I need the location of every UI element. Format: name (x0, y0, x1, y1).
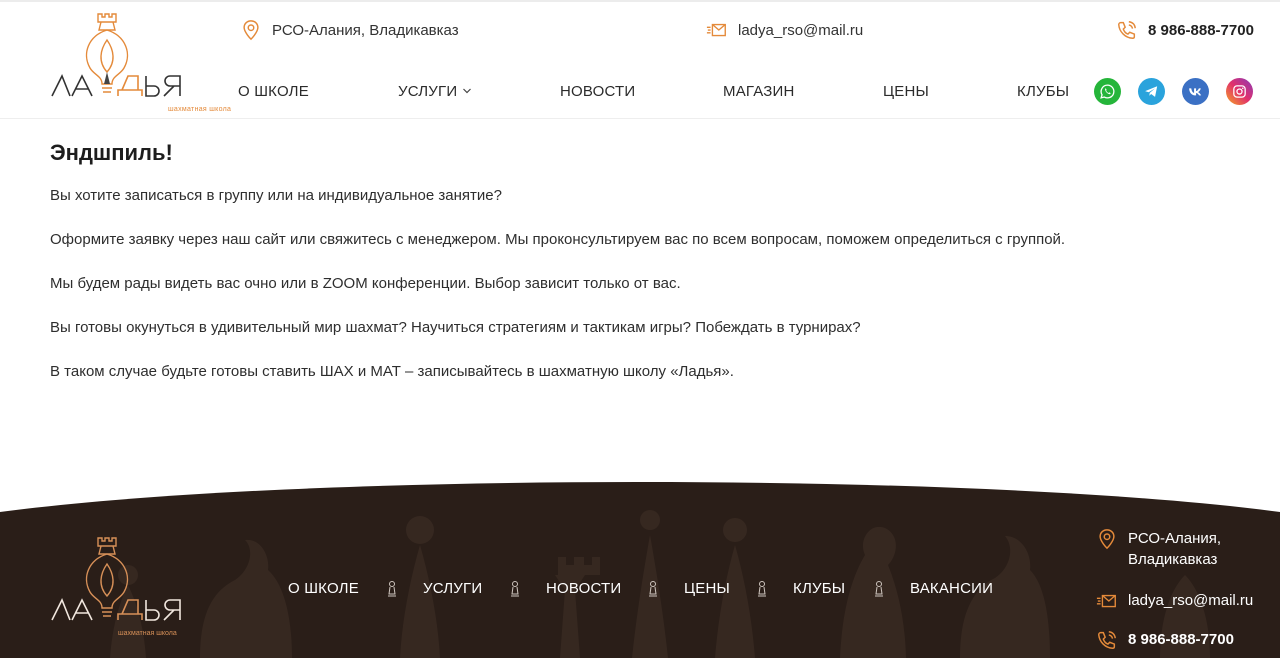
chevron-down-icon (463, 88, 472, 94)
nav-about[interactable]: О ШКОЛЕ (238, 80, 309, 102)
header-phone[interactable]: 8 986-888-7700 (1116, 18, 1254, 42)
footer-email[interactable]: ladya_rso@mail.ru (1096, 590, 1253, 612)
paragraph: Вы хотите записаться в группу или на инд… (50, 187, 502, 204)
location-pin-icon (1099, 529, 1115, 550)
main-content: Эндшпиль! Вы хотите записаться в группу … (50, 140, 1230, 406)
header-email[interactable]: ladya_rso@mail.ru (706, 18, 863, 42)
pawn-icon (758, 581, 766, 597)
instagram-icon (1233, 85, 1246, 98)
header-address: РСО-Алания, Владикавказ (240, 18, 459, 42)
whatsapp-icon (1100, 84, 1115, 99)
footer-nav-news[interactable]: НОВОСТИ (546, 580, 621, 600)
site-header: шахматная школа РСО-Алания, Владикавказ … (0, 0, 1280, 119)
footer-address-line: РСО-Алания, (1128, 530, 1222, 547)
header-phone-text: 8 986-888-7700 (1148, 21, 1254, 39)
paragraph: Вы готовы окунуться в удивительный мир ш… (50, 319, 861, 336)
nav-services[interactable]: УСЛУГИ (398, 80, 472, 102)
nav-news[interactable]: НОВОСТИ (560, 80, 635, 102)
phone-icon (1118, 21, 1136, 39)
footer-nav-vacancies[interactable]: ВАКАНСИИ (910, 580, 993, 600)
header-email-text: ladya_rso@mail.ru (738, 21, 864, 39)
paragraph: В таком случае будьте готовы ставить ШАХ… (50, 363, 734, 380)
footer-nav-services[interactable]: УСЛУГИ (423, 580, 482, 600)
pawn-icon (388, 581, 396, 597)
whatsapp-link[interactable] (1094, 78, 1121, 105)
site-logo[interactable]: шахматная школа (50, 10, 231, 114)
instagram-link[interactable] (1226, 78, 1253, 105)
email-send-icon (1096, 594, 1116, 608)
pawn-icon (649, 581, 657, 597)
footer-nav-about[interactable]: О ШКОЛЕ (288, 580, 359, 600)
header-address-text: РСО-Алания, Владикавказ (272, 21, 459, 39)
footer-nav-clubs[interactable]: КЛУБЫ (793, 580, 845, 600)
nav-prices[interactable]: ЦЕНЫ (883, 80, 929, 102)
footer-nav-prices[interactable]: ЦЕНЫ (684, 580, 730, 600)
rook-logo-icon (51, 13, 181, 97)
nav-clubs[interactable]: КЛУБЫ (1017, 80, 1069, 102)
rook-logo-icon (51, 537, 181, 621)
footer-logo-tagline: шахматная школа (118, 630, 177, 637)
footer-logo[interactable] (50, 534, 185, 638)
vk-link[interactable] (1182, 78, 1209, 105)
logo-tagline: шахматная школа (168, 106, 232, 113)
location-pin-icon (243, 20, 259, 41)
paragraph: Оформите заявку через наш сайт или свяжи… (50, 231, 1066, 248)
footer-address: РСО-Алания, Владикавказ (1096, 528, 1221, 570)
footer-email-text: ladya_rso@mail.ru (1128, 592, 1254, 609)
pawn-icon (511, 581, 519, 597)
paragraph: Мы будем рады видеть вас очно или в ZOOM… (50, 275, 681, 292)
page-title: Эндшпиль! (50, 140, 173, 165)
site-footer: шахматная школа О ШКОЛЕ УСЛУГИ НОВОСТИ Ц… (0, 470, 1280, 658)
footer-phone-text: 8 986-888-7700 (1128, 631, 1234, 648)
pawn-icon (875, 581, 883, 597)
telegram-link[interactable] (1138, 78, 1165, 105)
footer-background (0, 482, 1280, 658)
telegram-icon (1145, 86, 1158, 97)
footer-address-line: Владикавказ (1128, 551, 1218, 568)
phone-icon (1098, 631, 1116, 649)
footer-phone[interactable]: 8 986-888-7700 (1096, 629, 1234, 651)
email-send-icon (706, 23, 726, 37)
nav-shop[interactable]: МАГАЗИН (723, 80, 795, 102)
vk-icon (1189, 88, 1202, 96)
